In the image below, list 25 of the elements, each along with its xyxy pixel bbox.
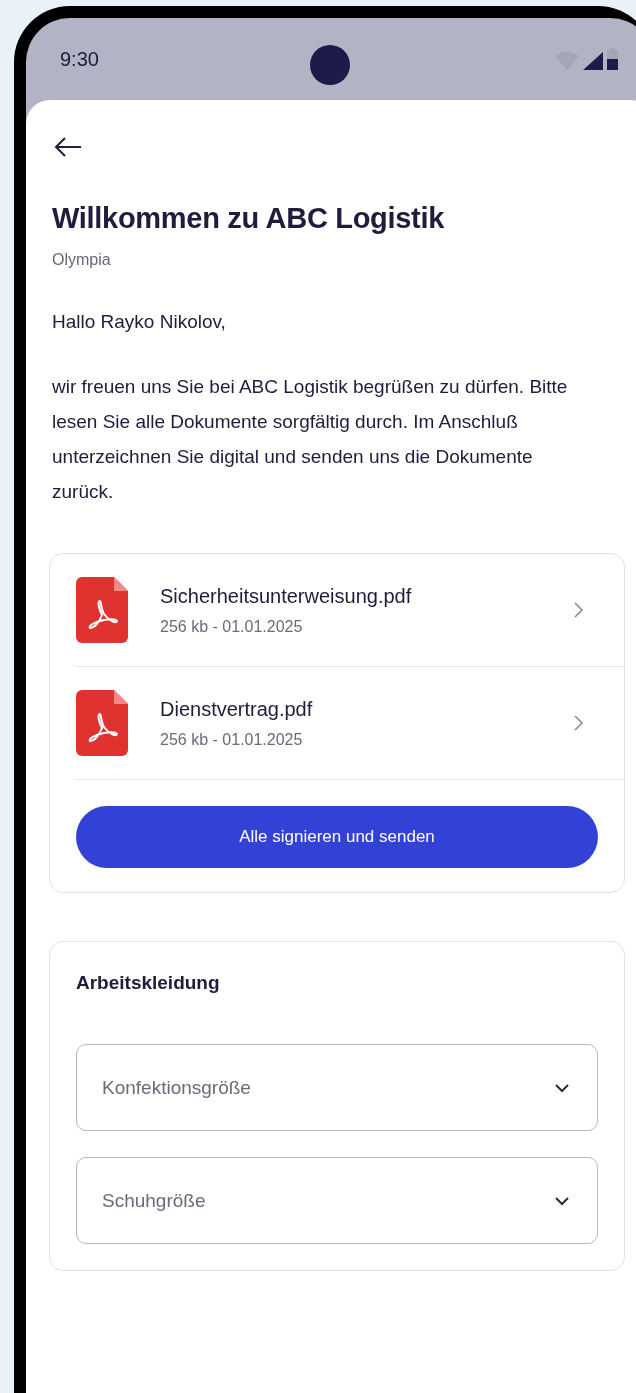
document-row[interactable]: Dienstvertrag.pdf 256 kb - 01.01.2025 [76,667,624,780]
chevron-right-icon [572,713,586,733]
battery-icon [607,48,618,70]
company-subtitle: Olympia [52,251,112,269]
dropdown-select[interactable]: Schuhgröße [76,1157,598,1244]
sign-all-button[interactable]: Alle signieren und senden [76,806,598,868]
section-title: Arbeitskleidung [76,972,221,994]
document-name: Dienstvertrag.pdf [160,697,314,721]
chevron-down-icon [553,1081,571,1094]
dropdown-select[interactable]: Konfektionsgröße [76,1044,598,1131]
greeting-text: Hallo Rayko Nikolov, [52,311,227,333]
document-meta: 256 kb - 01.01.2025 [160,617,304,636]
pdf-file-icon [76,690,128,756]
document-name: Sicherheitsunterweisung.pdf [160,584,413,608]
chevron-right-icon [572,600,586,620]
back-arrow-icon[interactable] [53,136,83,158]
document-row[interactable]: Sicherheitsunterweisung.pdf 256 kb - 01.01.2025 [76,554,624,667]
status-time: 9:30 [60,47,99,71]
pdf-file-icon [76,577,128,643]
chevron-down-icon [553,1194,571,1207]
page-title: Willkommen zu ABC Logistik [52,202,446,235]
document-meta: 256 kb - 01.01.2025 [160,730,304,749]
welcome-message: wir freuen uns Sie bei ABC Logistik begrüßen zu dürfen. Bitte lesen Sie alle Dokumente sorgfältig durch. Im Anschluß unterzeichnen Sie digital und senden uns die Dokumente zurück. [52,375,569,504]
signal-icon [583,52,603,70]
camera-hole [310,45,350,85]
